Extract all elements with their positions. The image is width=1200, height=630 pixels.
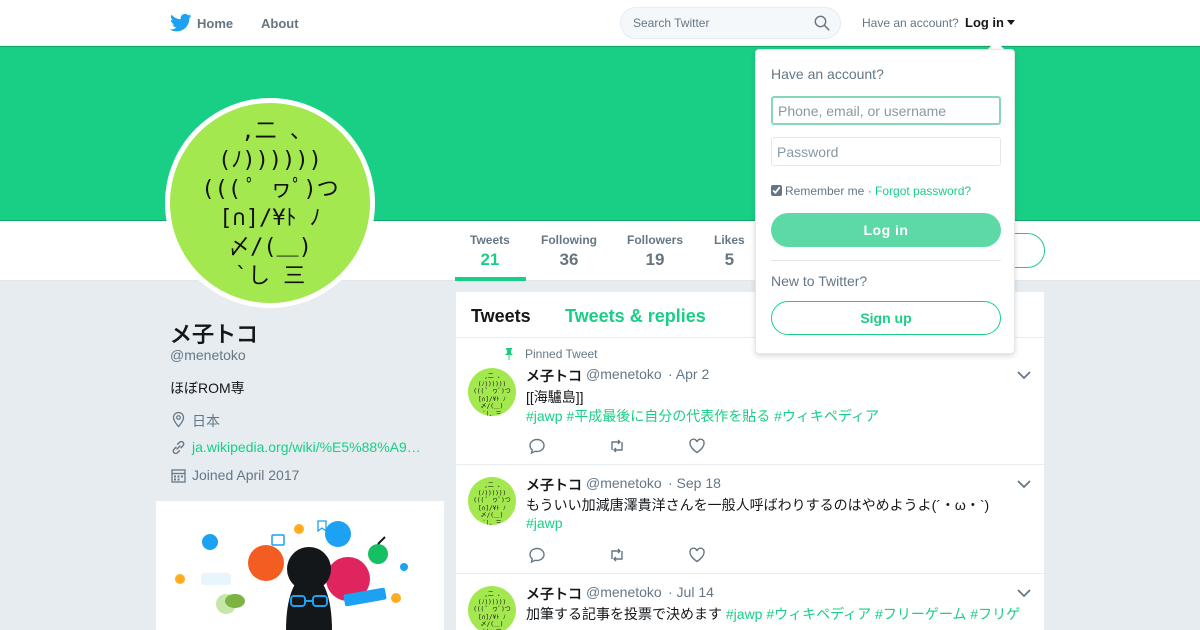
location-text: 日本 <box>192 413 220 429</box>
stat-value: 19 <box>645 250 665 269</box>
tweet-date[interactable]: · Sep 18 <box>668 475 721 491</box>
tweet-text: 加筆する記事を投票で決めます <box>526 606 722 622</box>
twitter-bird-icon[interactable] <box>170 13 192 33</box>
stat-followers[interactable]: Followers 19 <box>627 233 683 270</box>
profile-handle[interactable]: @menetoko <box>170 347 246 363</box>
profile-name[interactable]: メ子トコ <box>170 317 258 349</box>
tweet-hashtags[interactable]: #jawp <box>526 515 563 531</box>
tweet-avatar[interactable]: ,二 、 (ﾉ)))))) ((( ﾟ ヮﾟ)つ [∩]/¥ﾄ ﾉ 〆/(＿) … <box>468 368 516 416</box>
pin-icon <box>505 348 513 360</box>
calendar-icon <box>171 469 186 483</box>
stat-tweets[interactable]: Tweets 21 <box>470 233 510 270</box>
tweet-author-name[interactable]: メ子トコ <box>526 584 582 604</box>
forgot-password-link[interactable]: Forgot password? <box>875 184 971 198</box>
stat-value: 36 <box>559 250 579 269</box>
location-pin-icon <box>172 411 185 428</box>
retweet-icon[interactable] <box>608 437 626 455</box>
tweet-avatar[interactable]: ,二 、 (ﾉ)))))) ((( ﾟ ヮﾟ)つ [∩]/¥ﾄ ﾉ 〆/(＿) … <box>468 477 516 525</box>
tweet-text: もういい加減唐澤貴洋さんを一般人呼ばわりするのはやめようよ(´・ω・`) <box>526 497 990 513</box>
tweet-text: [[海驢島]] <box>526 389 584 405</box>
stat-label: Tweets <box>470 233 510 247</box>
chevron-down-icon[interactable] <box>1017 479 1031 489</box>
new-to-twitter-text: New to Twitter? <box>771 273 868 289</box>
top-navigation: Home About Have an account? Log in <box>0 0 1200 46</box>
login-dropdown: Have an account? Remember me · Forgot pa… <box>755 49 1015 354</box>
retweet-icon[interactable] <box>608 546 626 564</box>
tweet-text-row: 加筆する記事を投票で決めます #jawp #ウィキペディア #フリーゲーム #フ… <box>526 604 1020 624</box>
tweet-author-name[interactable]: メ子トコ <box>526 475 582 495</box>
nav-home-link[interactable]: Home <box>197 16 233 31</box>
tweet-author-handle[interactable]: @menetoko <box>586 475 662 491</box>
avatar-ascii-art: ,二 、 (ﾉ)))))) ((( ﾟ ヮﾟ)つ [∩]/¥ﾄ ﾉ 〆/(＿) … <box>473 373 511 416</box>
login-link-label: Log in <box>965 15 1004 30</box>
tweet-date[interactable]: · Apr 2 <box>668 366 709 382</box>
signup-illustration <box>175 520 408 630</box>
separator-dot: · <box>864 184 876 198</box>
pinned-label: Pinned Tweet <box>525 347 598 361</box>
stat-label: Followers <box>627 233 684 247</box>
tweet-item[interactable]: ,二 、 (ﾉ)))))) ((( ﾟ ヮﾟ)つ [∩]/¥ﾄ ﾉ 〆/(＿) … <box>456 465 1044 574</box>
stat-following[interactable]: Following 36 <box>541 233 597 270</box>
login-dropdown-title: Have an account? <box>771 66 884 82</box>
caret-down-icon <box>1007 20 1015 25</box>
tweet-item[interactable]: Pinned Tweet ,二 、 (ﾉ)))))) ((( ﾟ ヮﾟ)つ [∩… <box>456 338 1044 465</box>
signup-button[interactable]: Sign up <box>771 301 1001 335</box>
remember-me-label[interactable]: Remember me <box>785 184 864 198</box>
remember-me-checkbox[interactable] <box>771 185 782 196</box>
login-dropdown-toggle[interactable]: Log in <box>965 15 1015 30</box>
tweet-avatar[interactable]: ,二 、 (ﾉ)))))) ((( ﾟ ヮﾟ)つ [∩]/¥ﾄ ﾉ 〆/(＿) … <box>468 586 516 630</box>
tweet-date[interactable]: · Jul 14 <box>668 584 714 600</box>
reply-icon[interactable] <box>528 546 546 564</box>
avatar-ascii-art: ,二 、 (ﾉ)))))) ((( ﾟ ヮﾟ)つ [∩]/¥ﾄ ﾉ 〆/(＿) … <box>473 482 511 525</box>
joined-text: Joined April 2017 <box>192 467 300 483</box>
search-input[interactable] <box>633 16 813 30</box>
active-stat-underline <box>455 277 526 281</box>
tweet-author-handle[interactable]: @menetoko <box>586 584 662 600</box>
divider <box>771 260 1001 261</box>
profile-avatar[interactable]: ,二 、 (ﾉ)))))) ((( ﾟ ヮﾟ)つ [∩]/¥ﾄ ﾉ 〆/(＿) … <box>165 98 375 308</box>
username-field[interactable] <box>771 96 1001 125</box>
link-icon <box>172 440 185 455</box>
login-button[interactable]: Log in <box>771 213 1001 247</box>
avatar-ascii-art: ,二 、 (ﾉ)))))) ((( ﾟ ヮﾟ)つ [∩]/¥ﾄ ﾉ 〆/(＿) … <box>473 591 511 630</box>
password-field[interactable] <box>771 137 1001 166</box>
profile-bio: ほぼROM専 <box>170 380 245 396</box>
tweet-hashtags[interactable]: #jawp #平成最後に自分の代表作を貼る #ウィキペディア <box>526 406 879 426</box>
stat-value: 21 <box>480 250 500 269</box>
avatar-ascii-art: ,二 、 (ﾉ)))))) ((( ﾟ ヮﾟ)つ [∩]/¥ﾄ ﾉ 〆/(＿) … <box>201 119 339 289</box>
remember-row: Remember me · Forgot password? <box>771 184 971 198</box>
search-box <box>620 7 841 39</box>
profile-url-link[interactable]: ja.wikipedia.org/wiki/%E5%88%A9… <box>192 439 421 455</box>
like-icon[interactable] <box>688 437 706 455</box>
tweet-item[interactable]: ,二 、 (ﾉ)))))) ((( ﾟ ヮﾟ)つ [∩]/¥ﾄ ﾉ 〆/(＿) … <box>456 574 1044 630</box>
avatar-image: ,二 、 (ﾉ)))))) ((( ﾟ ヮﾟ)つ [∩]/¥ﾄ ﾉ 〆/(＿) … <box>170 103 370 303</box>
tab-tweets[interactable]: Tweets <box>471 306 531 327</box>
search-icon[interactable] <box>814 15 830 31</box>
chevron-down-icon[interactable] <box>1017 370 1031 380</box>
tweet-author-handle[interactable]: @menetoko <box>586 366 662 382</box>
stat-likes[interactable]: Likes 5 <box>714 233 745 270</box>
stat-label: Following <box>541 233 597 247</box>
tweet-hashtags[interactable]: #jawp #ウィキペディア #フリーゲーム #フリゲ <box>726 606 1020 622</box>
like-icon[interactable] <box>688 546 706 564</box>
signup-promo-card <box>156 501 444 630</box>
reply-icon[interactable] <box>528 437 546 455</box>
tweet-author-name[interactable]: メ子トコ <box>526 366 582 386</box>
nav-about-link[interactable]: About <box>261 16 299 31</box>
tab-tweets-and-replies[interactable]: Tweets & replies <box>565 306 706 327</box>
chevron-down-icon[interactable] <box>1017 588 1031 598</box>
stat-label: Likes <box>714 233 745 247</box>
have-account-text: Have an account? <box>862 16 959 30</box>
stat-value: 5 <box>724 250 735 269</box>
